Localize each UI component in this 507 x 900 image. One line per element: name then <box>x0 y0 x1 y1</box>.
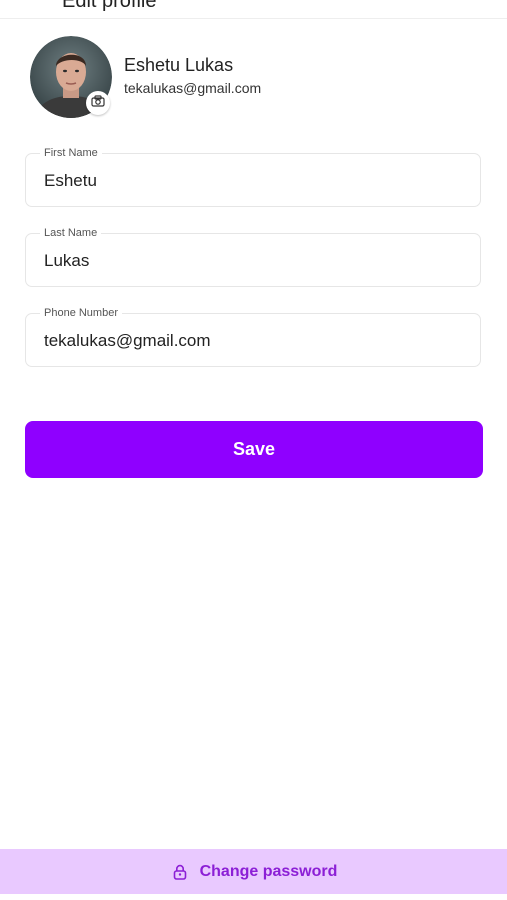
back-button[interactable] <box>22 0 46 8</box>
profile-email: tekalukas@gmail.com <box>124 80 262 96</box>
last-name-field[interactable]: Last Name Lukas <box>25 225 481 287</box>
save-button[interactable]: Save <box>25 421 483 478</box>
phone-number-field[interactable]: Phone Number tekalukas@gmail.com <box>25 305 481 367</box>
lock-icon <box>170 862 190 882</box>
first-name-field[interactable]: First Name Eshetu <box>25 145 481 207</box>
avatar-button[interactable] <box>30 36 112 118</box>
profile-name: Eshetu Lukas <box>124 55 234 75</box>
last-name-label: Last Name <box>40 225 102 241</box>
page-title: Edit profile <box>62 0 157 12</box>
chevron-left-icon <box>27 0 41 6</box>
change-password-label: Change password <box>199 862 338 880</box>
top-app-bar: Edit profile <box>0 0 507 19</box>
change-password-button[interactable]: Change password <box>0 849 507 894</box>
camera-icon <box>91 94 105 112</box>
first-name-value[interactable]: Eshetu <box>44 170 97 192</box>
change-photo-button[interactable] <box>86 91 110 115</box>
profile-header: Eshetu Lukas tekalukas@gmail.com <box>30 36 480 120</box>
phone-number-value[interactable]: tekalukas@gmail.com <box>44 330 211 352</box>
phone-number-label: Phone Number <box>40 305 122 321</box>
last-name-value[interactable]: Lukas <box>44 250 89 272</box>
first-name-label: First Name <box>40 145 102 161</box>
